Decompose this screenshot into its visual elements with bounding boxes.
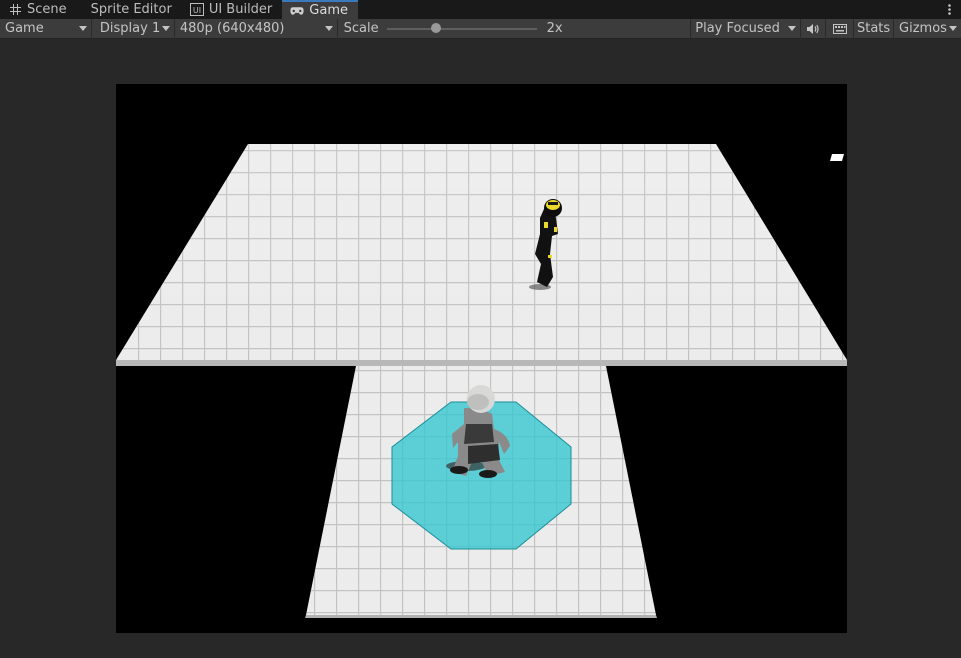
tab-sprite-editor-label: Sprite Editor [90,2,172,17]
more-options-icon[interactable] [943,1,955,17]
chevron-down-icon [324,26,333,31]
scale-label: Scale [343,21,379,36]
tab-ui-builder[interactable]: UI UI Builder [182,0,282,19]
gizmos-label: Gizmos [899,21,947,36]
tab-ui-builder-label: UI Builder [208,2,273,17]
scale-slider[interactable] [386,22,537,33]
gizmos-dropdown[interactable]: Gizmos [894,19,961,39]
shortcuts-toggle-button[interactable] [826,18,855,39]
game-viewport[interactable] [116,84,847,633]
ui-builder-icon: UI [189,3,204,17]
mute-audio-button[interactable] [801,18,827,39]
display-value: Display 1 [99,21,161,36]
keyboard-icon [832,23,847,34]
play-mode-value: Play Focused [695,21,780,36]
view-mode-dropdown[interactable]: Game [0,18,92,39]
view-mode-value: Game [5,21,44,36]
distant-object [830,154,844,161]
gamepad-icon [290,4,304,18]
tab-sprite-editor[interactable]: Sprite Editor [77,0,182,19]
game-view-toolbar: Game Display 1 480p (640x480) Scale 2x P… [0,18,961,39]
chevron-down-icon [788,26,797,31]
stats-button[interactable]: Stats [854,18,895,39]
tab-scene-label: Scene [27,2,67,17]
scale-control: Scale 2x [338,18,692,39]
editor-tab-bar: Scene Sprite Editor UI UI Builder Game [0,0,961,19]
tab-game[interactable]: Game [282,0,358,19]
svg-text:UI: UI [193,6,201,15]
speaker-icon [807,23,819,34]
play-mode-dropdown[interactable]: Play Focused [691,18,802,39]
tab-game-label: Game [309,3,348,18]
chevron-down-icon [78,26,87,31]
display-dropdown[interactable]: Display 1 [92,18,175,39]
stats-label: Stats [856,21,891,36]
game-render [116,144,847,618]
chevron-down-icon [948,26,957,31]
resolution-dropdown[interactable]: 480p (640x480) [175,18,338,39]
grid-icon [8,3,22,17]
scale-slider-thumb[interactable] [431,22,442,33]
scale-value: 2x [546,21,563,36]
resolution-value: 480p (640x480) [179,21,285,36]
tab-scene[interactable]: Scene [0,0,77,19]
chevron-down-icon [161,26,170,31]
